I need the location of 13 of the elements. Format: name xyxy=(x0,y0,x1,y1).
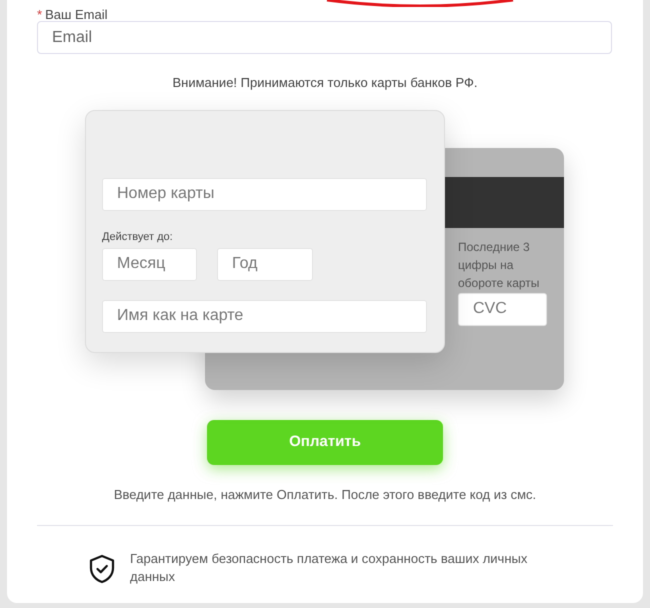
cvc-hint: Последние 3 цифры на обороте карты xyxy=(458,238,540,292)
instruction-text: Введите данные, нажмите Оплатить. После этого введите код из смс. xyxy=(114,486,536,504)
expiry-label: Действует до: xyxy=(102,230,173,244)
cvc-field[interactable]: CVC xyxy=(458,292,547,326)
cardholder-name-field[interactable]: Имя как на карте xyxy=(102,300,427,332)
card-number-field[interactable]: Номер карты xyxy=(102,178,427,210)
year-field[interactable]: Год xyxy=(217,248,313,280)
email-field[interactable]: Email xyxy=(37,21,612,54)
month-field[interactable]: Месяц xyxy=(102,248,197,280)
notice-text: Внимание! Принимаются только карты банков РФ. xyxy=(172,74,478,92)
pay-button[interactable]: Оплатить xyxy=(207,420,443,464)
shield-check-icon xyxy=(88,554,116,584)
security-note: Гарантируем безопасность платежа и сохранность ваших личных данных xyxy=(130,550,528,586)
